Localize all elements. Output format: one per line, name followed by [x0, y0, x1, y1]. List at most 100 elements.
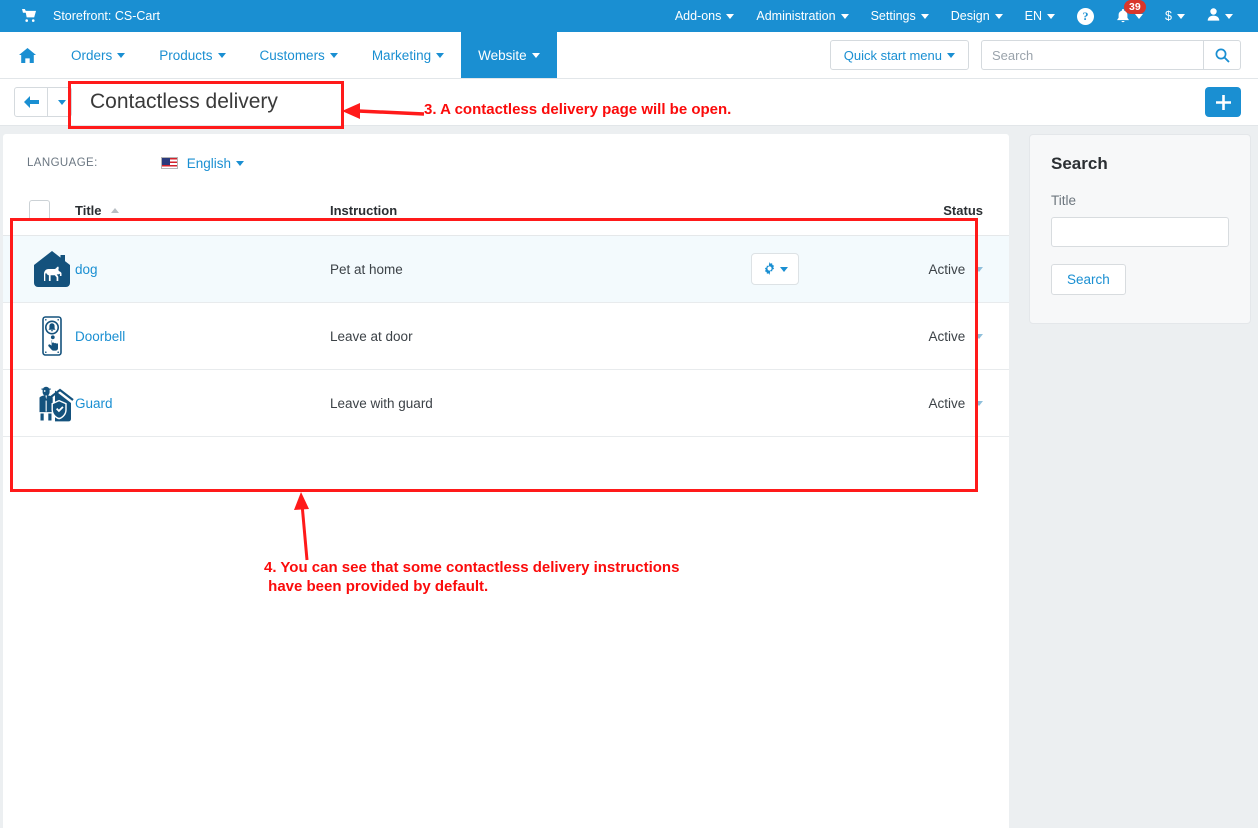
row-title-cell: Doorbell: [75, 302, 330, 370]
chevron-down-icon: [1225, 13, 1233, 19]
back-button-group: [14, 87, 72, 117]
topbar-menu-administration[interactable]: Administration: [745, 9, 859, 23]
nav-item-marketing[interactable]: Marketing: [355, 32, 461, 78]
status-badge: Active: [928, 395, 966, 411]
column-header-title[interactable]: Title: [75, 192, 330, 236]
row-tools-cell: [710, 302, 840, 370]
row-icon-cell: [3, 302, 75, 370]
column-header-instruction[interactable]: Instruction: [330, 192, 710, 236]
user-menu[interactable]: [1196, 8, 1244, 24]
chevron-down-icon: [726, 13, 735, 19]
row-tools-cell: [710, 235, 840, 303]
language-label: LANGUAGE:: [27, 157, 98, 169]
chevron-down-icon: [920, 13, 929, 19]
guard-house-icon: [29, 381, 75, 425]
title-field-label: Title: [1051, 193, 1077, 208]
chevron-down-icon: [58, 99, 66, 105]
table-row[interactable]: Guard Leave with guard Active: [3, 369, 1009, 437]
row-title-cell: dog: [75, 235, 330, 303]
nav-item-products[interactable]: Products: [142, 32, 242, 78]
sidebar: Search Title Search: [1029, 134, 1251, 828]
row-icon-cell: [3, 235, 75, 303]
table-row[interactable]: Doorbell Leave at door Active: [3, 302, 1009, 370]
row-title-link[interactable]: Doorbell: [75, 329, 125, 344]
chevron-down-icon: [235, 160, 244, 166]
chevron-down-icon: [975, 334, 983, 340]
language-selector[interactable]: English: [160, 156, 244, 171]
search-submit-button[interactable]: Search: [1051, 264, 1126, 295]
row-title-link[interactable]: Guard: [75, 396, 113, 411]
column-header-title-label: Title: [75, 203, 102, 218]
notification-badge: 39: [1124, 0, 1146, 14]
dog-house-icon: [29, 247, 75, 291]
table-header: Title Instruction Status: [3, 192, 1009, 236]
title-search-input[interactable]: [1051, 217, 1229, 247]
row-status-cell[interactable]: Active: [840, 302, 1009, 370]
user-icon: [1207, 8, 1220, 24]
gear-icon: [763, 261, 776, 277]
nav-item-customers-label: Customers: [259, 47, 325, 63]
topbar-menu-settings[interactable]: Settings: [860, 9, 940, 23]
content-panel: LANGUAGE: English Title Instruction Stat…: [3, 134, 1009, 828]
chevron-down-icon: [1177, 13, 1185, 19]
storefront-title: Storefront: CS-Cart: [53, 9, 160, 23]
back-history-dropdown[interactable]: [48, 87, 72, 117]
column-header-tools: [710, 192, 840, 236]
nav-item-website-label: Website: [478, 47, 527, 63]
row-instruction-cell: Leave at door: [330, 302, 710, 370]
page-title-bar: Contactless delivery: [0, 79, 1258, 126]
currency-switcher[interactable]: $: [1154, 9, 1196, 23]
status-badge: Active: [928, 328, 966, 344]
chevron-down-icon: [217, 52, 226, 58]
nav-item-orders[interactable]: Orders: [54, 32, 142, 78]
row-instruction-cell: Pet at home: [330, 235, 710, 303]
topbar-menu-group: Add-ons Administration Settings Design E…: [664, 0, 1258, 25]
chevron-down-icon: [840, 13, 849, 19]
chevron-down-icon: [947, 52, 955, 58]
page-body: LANGUAGE: English Title Instruction Stat…: [0, 126, 1258, 828]
select-all-header: [3, 192, 75, 236]
help-button[interactable]: ?: [1066, 7, 1105, 25]
notifications-button[interactable]: 39: [1105, 0, 1154, 24]
row-status-cell[interactable]: Active: [840, 235, 1009, 303]
help-icon: ?: [1077, 7, 1095, 25]
global-search-input[interactable]: [981, 40, 1203, 70]
row-icon-cell: [3, 369, 75, 437]
topbar-menu-add-ons[interactable]: Add-ons: [664, 9, 746, 23]
nav-item-customers[interactable]: Customers: [243, 32, 355, 78]
cart-icon: [22, 9, 37, 23]
row-actions-button[interactable]: [751, 253, 799, 285]
status-badge: Active: [928, 261, 966, 277]
instructions-table: Title Instruction Status dog Pet at home…: [3, 192, 1009, 437]
language-row: LANGUAGE: English: [3, 134, 1009, 192]
row-title-link[interactable]: dog: [75, 262, 98, 277]
topbar-language-switcher[interactable]: EN: [1014, 9, 1066, 23]
home-icon[interactable]: [0, 32, 54, 78]
add-new-button[interactable]: [1205, 87, 1241, 117]
sort-ascending-icon: [111, 208, 120, 213]
column-header-instruction-label: Instruction: [330, 203, 398, 218]
chevron-down-icon: [994, 13, 1003, 19]
top-bar: Storefront: CS-Cart Add-ons Administrati…: [0, 0, 1258, 32]
nav-item-products-label: Products: [159, 47, 213, 63]
topbar-menu-design[interactable]: Design: [940, 9, 1014, 23]
column-header-status[interactable]: Status: [840, 192, 1009, 236]
quick-start-menu-button[interactable]: Quick start menu: [829, 40, 969, 70]
row-instruction-cell: Leave with guard: [330, 369, 710, 437]
search-panel-title: Search: [1051, 154, 1108, 173]
nav-item-website[interactable]: Website: [461, 32, 557, 78]
row-status-cell[interactable]: Active: [840, 369, 1009, 437]
back-arrow-icon[interactable]: [14, 87, 48, 117]
select-all-checkbox[interactable]: [29, 200, 50, 221]
global-search-group: [981, 40, 1241, 70]
quick-start-menu-label: Quick start menu: [843, 47, 942, 63]
table-row[interactable]: dog Pet at home Active: [3, 235, 1009, 303]
chevron-down-icon: [436, 52, 445, 58]
row-tools-cell: [710, 369, 840, 437]
topbar-menu-add-ons-label: Add-ons: [674, 9, 722, 23]
global-search-button[interactable]: [1203, 40, 1241, 70]
topbar-menu-administration-label: Administration: [756, 9, 836, 23]
search-panel: Search Title Search: [1029, 134, 1251, 324]
row-title-cell: Guard: [75, 369, 330, 437]
main-navigation: Orders Products Customers Marketing Webs…: [0, 32, 1258, 79]
